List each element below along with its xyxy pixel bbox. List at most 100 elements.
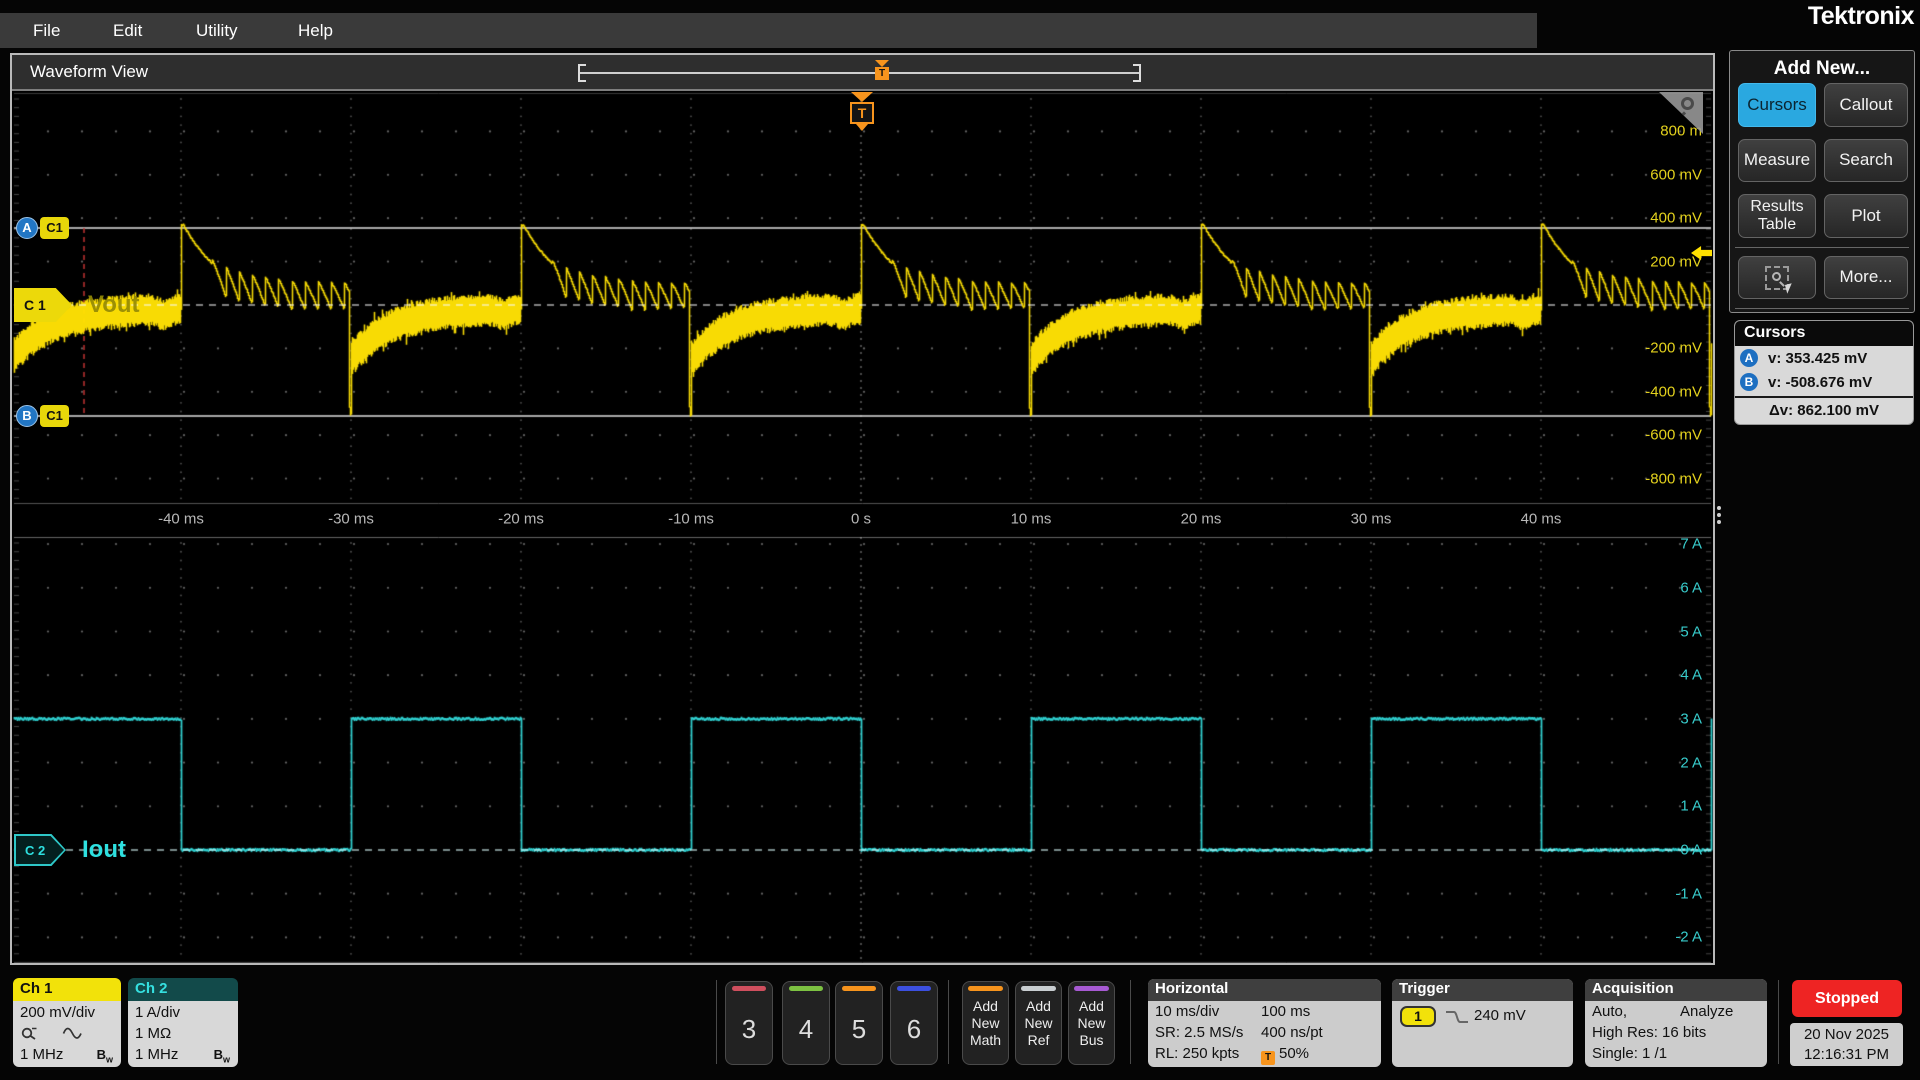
cursor-delta-readout: Δv: 862.100 mV (1735, 398, 1913, 424)
magnifier-glass-icon (1681, 97, 1694, 110)
bottombar-divider (1778, 980, 1779, 1064)
waveform-view-titlebar: Waveform View T (12, 55, 1713, 91)
ch1-axis-label: 400 mV (1650, 210, 1702, 227)
add-button-label: Add New Ref (1016, 998, 1061, 1049)
channel-color-stripe (842, 986, 877, 991)
cursor-b-readout-badge: B (1740, 373, 1758, 391)
record-view-left-bracket (578, 64, 586, 82)
cursor-b-badge: B (16, 405, 38, 427)
add-search-button[interactable]: Search (1824, 139, 1908, 182)
time-axis-label: -10 ms (668, 511, 714, 528)
channel-6-button[interactable]: 6 (890, 981, 938, 1065)
ch1-axis-label: 200 mV (1650, 253, 1702, 270)
zoom-select-button[interactable] (1738, 256, 1816, 299)
add-new-math-button[interactable]: Add New Math (962, 981, 1009, 1065)
menu-file[interactable]: File (33, 13, 60, 48)
add-results-table-button[interactable]: Results Table (1738, 194, 1816, 238)
acquisition-analyze: Analyze (1680, 1001, 1733, 1022)
add-button-label: Add New Bus (1069, 998, 1114, 1049)
time-axis-label: -40 ms (158, 511, 204, 528)
add-plot-button[interactable]: Plot (1824, 194, 1908, 238)
ch1-axis-label: -600 mV (1645, 427, 1702, 444)
cursor-a-flag[interactable]: A C1 (16, 217, 69, 239)
record-view-line (580, 72, 1139, 74)
menu-utility[interactable]: Utility (196, 13, 238, 48)
cursor-b-flag[interactable]: B C1 (16, 405, 69, 427)
trigger-tail-icon (856, 124, 868, 131)
cursor-a-readout-badge: A (1740, 349, 1758, 367)
time-axis-label: 40 ms (1521, 511, 1562, 528)
cursor-a-badge: A (16, 217, 38, 239)
horizontal-panel[interactable]: Horizontal 10 ms/div100 ms SR: 2.5 MS/s4… (1148, 979, 1381, 1067)
bottombar-divider (1130, 980, 1131, 1064)
trigger-triangle-icon (851, 92, 873, 102)
record-view-scrollbar[interactable]: T (578, 64, 1141, 82)
channel-color-stripe (789, 986, 824, 991)
ch1-badge-title: Ch 1 (13, 978, 121, 1001)
run-stop-status-button[interactable]: Stopped (1792, 980, 1902, 1017)
ch2-badge[interactable]: Ch 2 1 A/div 1 MΩ 1 MHzBw (128, 978, 238, 1067)
menu-help[interactable]: Help (298, 13, 333, 48)
cursor-a-readout: A v: 353.425 mV (1735, 346, 1913, 370)
trigger-position-flag[interactable]: T (849, 92, 875, 131)
waveform-view-title: Waveform View (30, 55, 148, 89)
ch2-flag[interactable]: C 2 (14, 834, 66, 866)
ch1-handle[interactable]: C 1 Vout (14, 288, 140, 322)
add-button-color-stripe (1021, 986, 1055, 991)
acquisition-panel[interactable]: Acquisition Auto,Analyze High Res: 16 bi… (1585, 979, 1767, 1067)
trigger-position-icon: T (1261, 1051, 1275, 1065)
ch2-axis-label: 4 A (1680, 667, 1702, 684)
ch2-impedance: 1 MΩ (135, 1023, 238, 1044)
ch2-scale: 1 A/div (135, 1002, 238, 1023)
ch2-bw-limit-icon: Bw (214, 1044, 230, 1067)
time-axis-label: 0 s (851, 511, 871, 528)
sample-interval: 400 ns/pt (1261, 1022, 1323, 1043)
ch2-axis-label: 5 A (1680, 623, 1702, 640)
add-measure-button[interactable]: Measure (1738, 139, 1816, 182)
panel-drag-handle[interactable] (1717, 503, 1721, 527)
ch1-flag[interactable]: C 1 (14, 288, 72, 322)
cursors-readout-panel[interactable]: Cursors A v: 353.425 mV B v: -508.676 mV… (1734, 320, 1914, 425)
horizontal-scale: 10 ms/div (1155, 1003, 1219, 1020)
add-callout-button[interactable]: Callout (1824, 83, 1908, 127)
ac-coupling-icon (62, 1027, 82, 1040)
falling-edge-icon (1444, 1009, 1470, 1026)
ch2-axis-label: 6 A (1680, 579, 1702, 596)
cursor-b-readout: B v: -508.676 mV (1735, 370, 1913, 394)
trigger-panel[interactable]: Trigger 1 240 mV (1392, 979, 1573, 1067)
channel-color-stripe (897, 986, 932, 991)
channel-number: 3 (726, 1014, 772, 1045)
tektronix-logo: Tektronix (1808, 2, 1914, 31)
horizontal-title: Horizontal (1148, 979, 1381, 1001)
record-view-trigger-marker[interactable]: T (874, 60, 890, 80)
ch2-handle[interactable]: C 2 Iout (14, 834, 126, 866)
time-axis-label: 10 ms (1011, 511, 1052, 528)
acquisition-single: Single: 1 /1 (1585, 1043, 1767, 1064)
channel-number: 5 (836, 1014, 882, 1045)
ch1-bandwidth: 1 MHz (20, 1046, 63, 1063)
add-button-color-stripe (968, 986, 1002, 991)
ch2-waveform-label: Iout (82, 836, 126, 864)
channel-4-button[interactable]: 4 (782, 981, 830, 1065)
acquisition-mode: Auto, (1592, 1003, 1627, 1020)
record-view-right-bracket (1133, 64, 1141, 82)
panel-separator (1735, 247, 1909, 248)
add-cursors-button[interactable]: Cursors (1738, 83, 1816, 127)
trigger-level-value: 240 mV (1474, 1007, 1526, 1024)
waveform-graticule[interactable] (12, 91, 1713, 965)
trigger-source-badge: 1 (1400, 1006, 1436, 1027)
acquisition-highres: High Res: 16 bits (1585, 1022, 1767, 1043)
ch2-axis-label: -1 A (1675, 885, 1702, 902)
time-axis-label: -20 ms (498, 511, 544, 528)
ch1-badge[interactable]: Ch 1 200 mV/div 1 MHzBw (13, 978, 121, 1067)
channel-3-button[interactable]: 3 (725, 981, 773, 1065)
ch2-axis-label: 7 A (1680, 536, 1702, 553)
menu-edit[interactable]: Edit (113, 13, 142, 48)
trigger-title: Trigger (1392, 979, 1573, 1001)
channel-5-button[interactable]: 5 (835, 981, 883, 1065)
cursor-a-readout-value: v: 353.425 mV (1768, 350, 1867, 367)
more-button[interactable]: More... (1824, 256, 1908, 299)
tekscope-app: Tektronix Waveform View T A C1 B C1 C 1 … (0, 0, 1920, 1080)
add-new-bus-button[interactable]: Add New Bus (1068, 981, 1115, 1065)
add-new-ref-button[interactable]: Add New Ref (1015, 981, 1062, 1065)
